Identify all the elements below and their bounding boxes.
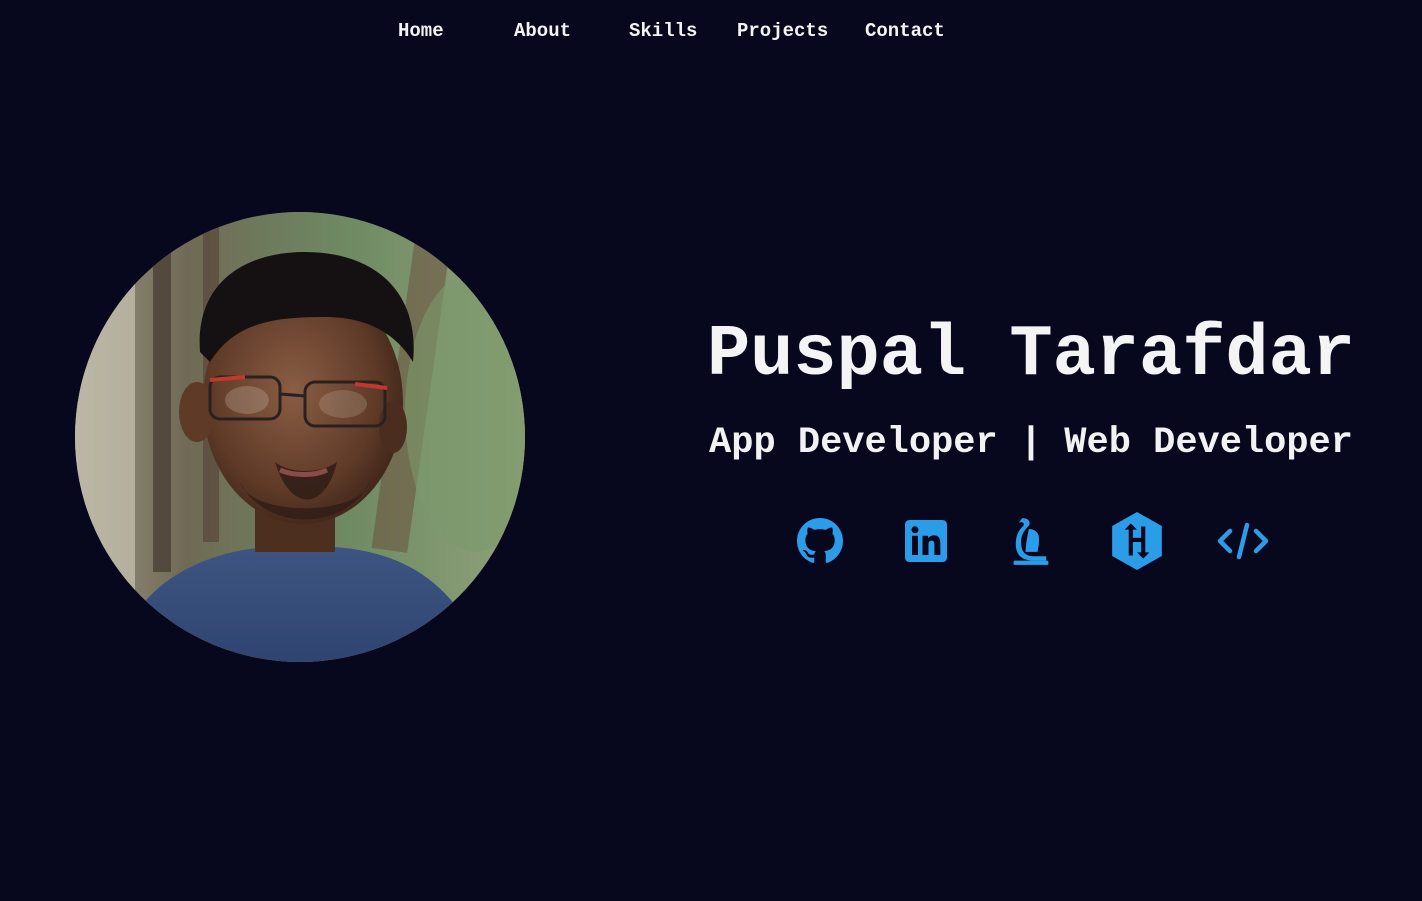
profile-photo [75,212,525,662]
leetcode-link[interactable] [1001,510,1061,572]
profile-photo-illustration [75,212,525,662]
hero-name: Puspal Tarafdar [706,314,1356,396]
nav-link-about[interactable]: About [514,18,571,44]
code-icon [1217,522,1269,560]
hero-role: App Developer | Web Developer [709,422,1353,464]
nav-link-projects[interactable]: Projects [737,18,828,44]
linkedin-link[interactable] [896,510,956,572]
social-links [0,510,1422,574]
github-link[interactable] [790,510,850,572]
nav-link-home[interactable]: Home [398,18,444,44]
main-nav: Home About Skills Projects Contact [0,18,1422,44]
github-icon [797,518,843,563]
code-link[interactable] [1213,510,1273,572]
hackerrank-link[interactable] [1107,510,1167,572]
leetcode-icon [1013,518,1049,565]
nav-link-contact[interactable]: Contact [865,18,945,44]
linkedin-icon [905,520,947,562]
nav-link-skills[interactable]: Skills [629,18,697,44]
hackerrank-icon [1112,512,1162,570]
